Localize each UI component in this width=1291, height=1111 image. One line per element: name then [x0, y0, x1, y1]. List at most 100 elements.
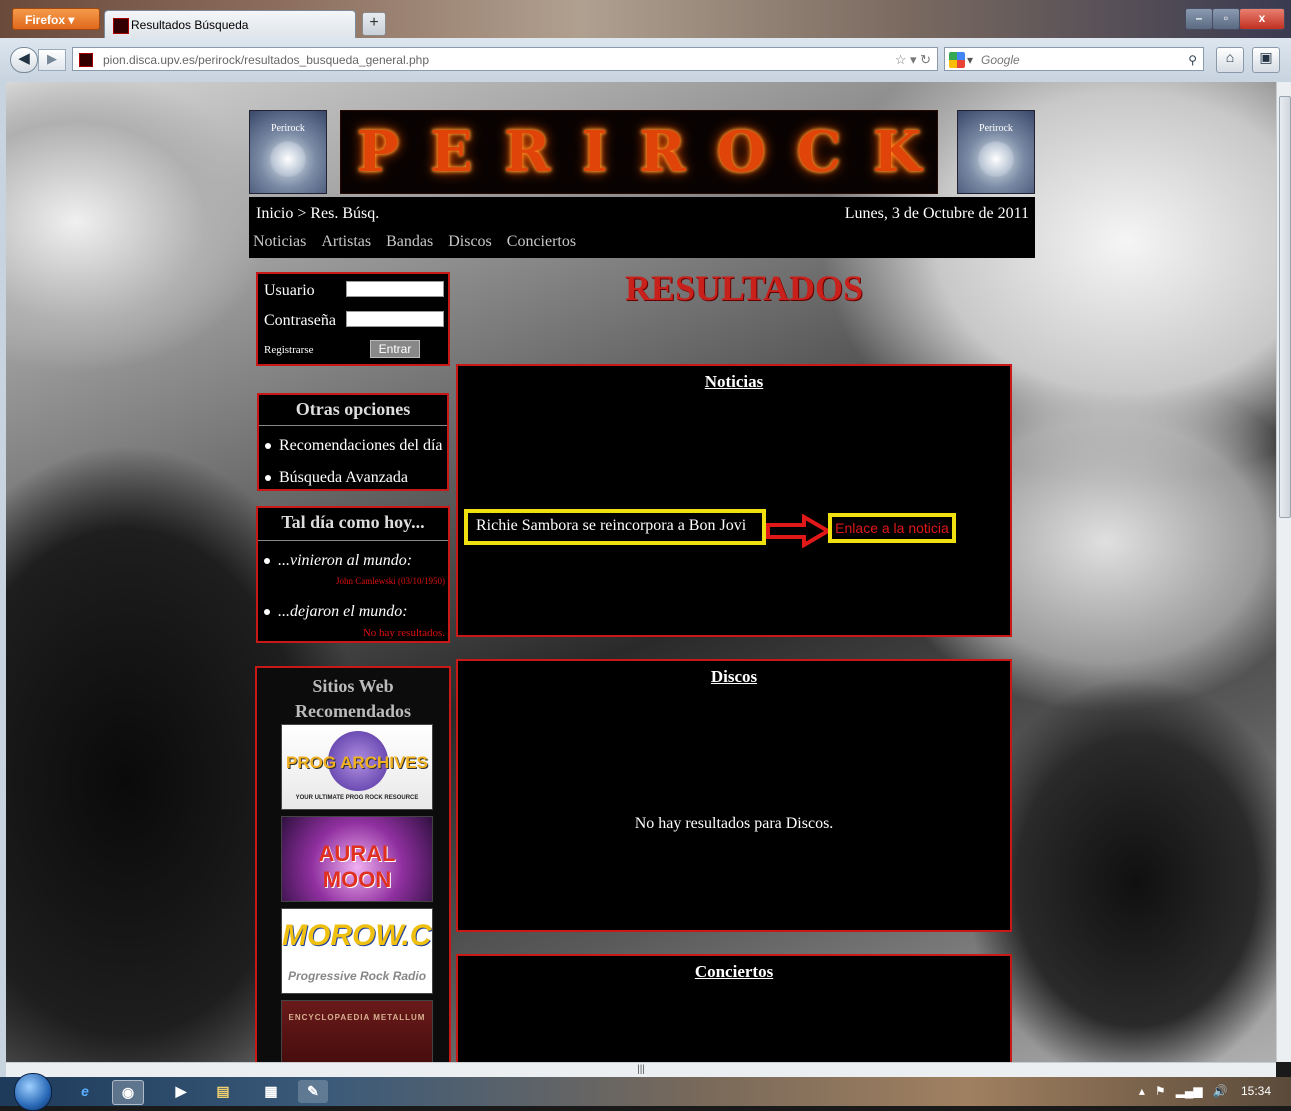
search-bar[interactable]: ▾ Google ⚲ — [944, 47, 1204, 71]
breadcrumb[interactable]: Inicio > Res. Búsq. — [256, 205, 379, 223]
bullet-icon — [265, 475, 271, 482]
address-bar[interactable]: pion.disca.upv.es/perirock/resultados_bu… — [72, 47, 938, 71]
logo-left-text: Perirock — [271, 123, 305, 134]
banner-title: ENCYCLOPAEDIA METALLUM — [288, 1013, 426, 1022]
logo-letter: R — [639, 119, 686, 185]
file-explorer-icon[interactable]: ▤ — [208, 1080, 238, 1103]
logo-left-emblem: Perirock — [249, 110, 327, 194]
nav-link-noticias[interactable]: Noticias — [253, 233, 306, 251]
firefox-menu-button[interactable]: Firefox ▾ — [12, 8, 100, 30]
on-this-day-title: Tal día como hoy... — [258, 512, 448, 541]
password-input[interactable] — [346, 311, 444, 327]
concerts-section-title: Conciertos — [694, 962, 774, 981]
login-panel: Usuario Contraseña Registrarse Entrar — [256, 272, 450, 366]
logo-right-text: Perirock — [979, 123, 1013, 134]
vertical-scroll-thumb[interactable] — [1279, 96, 1291, 518]
google-engine-icon[interactable] — [949, 52, 965, 68]
nav-link-artistas[interactable]: Artistas — [321, 233, 371, 251]
died-heading: ...dejaron el mundo: — [264, 603, 408, 621]
albums-results-panel: Discos No hay resultados para Discos. — [456, 659, 1012, 932]
vertical-scrollbar[interactable] — [1276, 82, 1291, 1062]
browser-tab[interactable]: Resultados Búsqueda — [104, 10, 356, 38]
volume-icon[interactable]: 🔊 — [1213, 1084, 1228, 1098]
nav-link-discos[interactable]: Discos — [448, 233, 492, 251]
back-arrow-icon[interactable]: ◀ — [10, 47, 38, 73]
minimize-button[interactable]: – — [1185, 8, 1213, 30]
password-label: Contraseña — [264, 312, 336, 329]
bullet-icon — [265, 443, 271, 450]
username-label: Usuario — [264, 282, 315, 299]
page-viewport: Perirock P E R I R O C K Perirock Inicio… — [6, 82, 1276, 1062]
tab-title: Resultados Búsqueda — [131, 18, 249, 32]
username-input[interactable] — [346, 281, 444, 297]
nav-link-bandas[interactable]: Bandas — [386, 233, 433, 251]
register-link[interactable]: Registrarse — [264, 344, 313, 356]
bullet-icon — [264, 609, 270, 616]
site-header-bar: Inicio > Res. Búsq. Lunes, 3 de Octubre … — [249, 197, 1035, 258]
tray-expand-icon[interactable]: ▴ — [1139, 1084, 1145, 1098]
albums-section-title: Discos — [710, 667, 758, 686]
media-player-icon[interactable]: ▶ — [166, 1080, 196, 1103]
paint-icon[interactable]: ✎ — [298, 1080, 328, 1103]
banner-auralmoon[interactable]: AURAL MOON — [281, 816, 433, 902]
browser-navigation-bar: ◀ ▶ pion.disca.upv.es/perirock/resultado… — [0, 38, 1291, 83]
site-logo[interactable]: P E R I R O C K — [340, 110, 938, 194]
home-icon[interactable]: ⌂ — [1216, 47, 1244, 73]
start-button[interactable] — [14, 1073, 52, 1111]
back-forward-group: ◀ ▶ — [10, 47, 68, 73]
new-tab-button[interactable]: + — [362, 12, 386, 36]
bookmark-star-icon[interactable]: ☆ ▾ ↻ — [895, 48, 931, 72]
recommended-sites-panel: Sitios Web Recomendados PROG ARCHIVES YO… — [255, 666, 451, 1062]
news-result-item[interactable]: Richie Sambora se reincorpora a Bon Jovi — [464, 509, 766, 545]
albums-empty-message: No hay resultados para Discos. — [634, 815, 834, 832]
site-favicon-icon — [113, 18, 129, 34]
news-link[interactable]: Enlace a la noticia — [828, 513, 956, 543]
option-item-recommendations[interactable]: Recomendaciones del día — [265, 437, 443, 455]
logo-letter: O — [716, 119, 766, 185]
recommended-title-line1: Sitios Web — [312, 676, 394, 696]
option-label[interactable]: Búsqueda Avanzada — [279, 469, 408, 486]
horizontal-scrollbar[interactable]: ||| — [6, 1062, 1276, 1077]
current-date: Lunes, 3 de Octubre de 2011 — [844, 205, 1029, 222]
site-identity-icon[interactable] — [79, 53, 93, 67]
forward-arrow-icon[interactable]: ▶ — [38, 49, 66, 71]
magnifier-icon[interactable]: ⚲ — [1188, 48, 1197, 72]
banner-title: PROG ARCHIVES — [285, 753, 428, 772]
action-center-flag-icon[interactable]: ⚑ — [1155, 1084, 1166, 1098]
system-tray: ▴ ⚑ ▂▄▆ 🔊 15:34 — [1139, 1077, 1271, 1106]
internet-explorer-icon[interactable]: e — [70, 1080, 100, 1103]
banner-progarchives[interactable]: PROG ARCHIVES YOUR ULTIMATE PROG ROCK RE… — [281, 724, 433, 810]
close-window-button[interactable]: x — [1239, 8, 1285, 30]
banner-subtitle: YOUR ULTIMATE PROG ROCK RESOURCE — [295, 795, 419, 801]
bookmarks-menu-icon[interactable]: ▣ — [1252, 47, 1280, 73]
banner-subtitle: Progressive Rock Radio — [287, 969, 427, 983]
logo-letter: I — [581, 119, 608, 185]
died-label: ...dejaron el mundo: — [278, 603, 408, 620]
logo-lettering: P E R I R O C K — [341, 111, 937, 193]
url-text[interactable]: pion.disca.upv.es/perirock/resultados_bu… — [103, 48, 429, 72]
network-signal-icon[interactable]: ▂▄▆ — [1176, 1084, 1203, 1098]
login-button[interactable]: Entrar — [370, 340, 420, 358]
clock[interactable]: 15:34 — [1241, 1084, 1271, 1098]
nav-link-conciertos[interactable]: Conciertos — [507, 233, 576, 251]
maximize-button[interactable]: ▫ — [1212, 8, 1240, 30]
banner-morow[interactable]: MOROW.COM Progressive Rock Radio — [281, 908, 433, 994]
other-options-panel: Otras opciones Recomendaciones del día B… — [257, 393, 449, 491]
logo-letter: P — [356, 119, 399, 185]
option-label[interactable]: Recomendaciones del día — [279, 437, 443, 454]
born-heading: ...vinieron al mundo: — [264, 552, 412, 570]
winged-guitar-icon — [268, 141, 308, 177]
banner-metallum[interactable]: ENCYCLOPAEDIA METALLUM — [281, 1000, 433, 1062]
browser-titlebar: Firefox ▾ Resultados Búsqueda + – ▫ x — [0, 0, 1291, 38]
option-item-advanced-search[interactable]: Búsqueda Avanzada — [265, 469, 408, 487]
news-section-title: Noticias — [704, 372, 764, 391]
born-result[interactable]: John Camlewski (03/10/1950) — [336, 576, 445, 586]
main-navigation: Noticias Artistas Bandas Discos Conciert… — [253, 233, 576, 251]
search-placeholder[interactable]: Google — [981, 48, 1020, 72]
bullet-icon — [264, 558, 270, 565]
engine-dropdown-icon[interactable]: ▾ — [967, 48, 973, 72]
firefox-taskbar-icon[interactable]: ◉ — [112, 1080, 144, 1105]
arrow-right-icon — [766, 514, 830, 548]
page-title: RESULTADOS — [624, 268, 864, 308]
document-icon[interactable]: ▦ — [256, 1080, 286, 1103]
